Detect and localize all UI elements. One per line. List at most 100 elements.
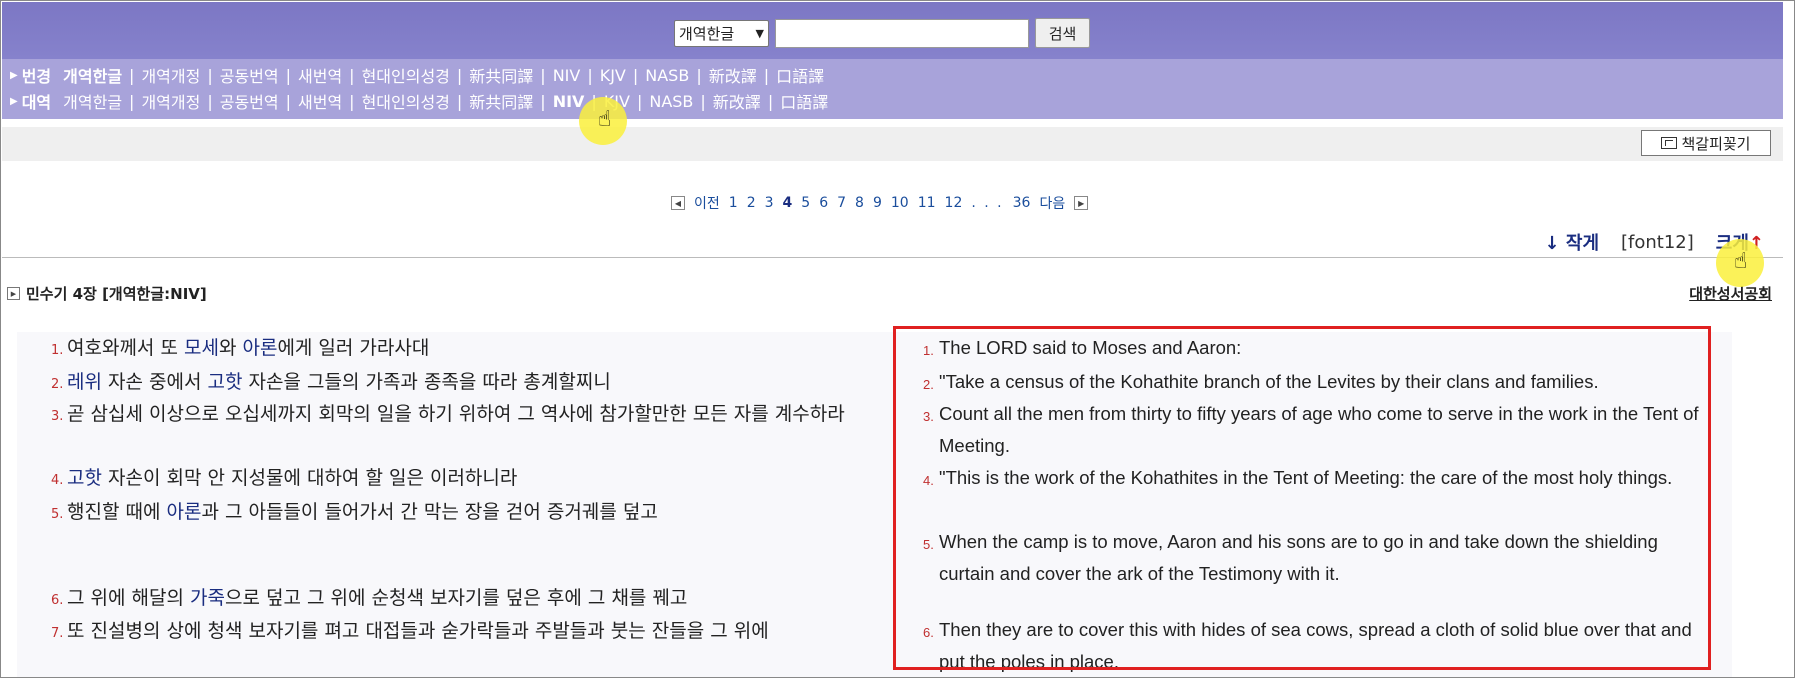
verse-text-segment: 행진할 때에 (67, 501, 167, 523)
verse-text-segment: 또 진설병의 상에 청색 보자기를 펴고 대접들과 숟가락들과 주발들과 붓는 … (67, 620, 769, 642)
pager-ellipsis: . . . (971, 195, 1004, 211)
chapter-heading: ▶ 민수기 4장 [개역한글:NIV] (7, 283, 207, 304)
proper-name-link[interactable]: 모세 (184, 337, 219, 359)
version-link[interactable]: 개역개정 (141, 63, 200, 87)
korean-verse: 2. 레위 자손 중에서 고핫 자손을 그들의 가족과 종족을 따라 총계할찌니 (51, 366, 896, 401)
page-link[interactable]: 6 (819, 195, 828, 211)
separator: | (632, 65, 639, 85)
separator: | (763, 65, 770, 85)
next-arrow-icon[interactable]: ▶ (1074, 196, 1089, 210)
verse-text: 레위 자손 중에서 고핫 자손을 그들의 가족과 종족을 따라 총계할찌니 (67, 366, 896, 401)
version-link[interactable]: 개역한글 (63, 89, 122, 113)
proper-name-link[interactable]: 아론 (242, 337, 277, 359)
translation-select-value: 개역한글 (679, 24, 735, 43)
page-link[interactable]: 12 (945, 195, 963, 211)
version-link[interactable]: 新改譯 (709, 63, 757, 87)
search-button[interactable]: 검색 (1035, 18, 1090, 48)
verse-number: 2. (51, 377, 64, 392)
verse-text-segment: 와 (218, 337, 243, 359)
version-band: ▶ 번경 개역한글 | 개역개정 | 공동번역 | 새번역 | 현대인의성경 | 新共同譯 | NIV | KJ… (2, 59, 1783, 119)
browser-frame: 개역한글 ▼ 검색 ▶ 번경 개역한글 | 개역개정 | 공동번역 | 새번역 | 현대인의성경 | 新… (0, 0, 1795, 678)
triangle-right-icon: ▶ (10, 95, 18, 107)
version-link[interactable]: 새번역 (298, 63, 342, 87)
play-icon: ▶ (7, 287, 20, 300)
page-link[interactable]: 5 (801, 195, 810, 211)
proper-name-link[interactable]: 아론 (166, 501, 201, 523)
verse-number: 5. (51, 507, 64, 522)
parallel-version-row: ▶대역개역한글|개역개정|공동번역|새번역|현대인의성경|新共同譯|NIV|KJ… (10, 89, 828, 113)
verse-text: 고핫 자손이 회막 안 지성물에 대하여 할 일은 이러하니라 (67, 462, 896, 497)
version-link[interactable]: NIV (553, 66, 581, 85)
version-row-head: 대역 (21, 93, 52, 112)
korean-verse: 4. 고핫 자손이 회막 안 지성물에 대하여 할 일은 이러하니라 (51, 462, 896, 497)
separator: | (456, 65, 463, 85)
version-link[interactable]: 현대인의성경 (362, 63, 450, 87)
version-link[interactable]: NASB (645, 66, 689, 85)
separator: | (285, 91, 291, 111)
korean-verse: 7. 또 진설병의 상에 청색 보자기를 펴고 대접들과 숟가락들과 주발들과 붓… (51, 615, 896, 650)
verse-text-segment: 자손이 회막 안 지성물에 대하여 할 일은 이러하니라 (101, 467, 518, 489)
search-band: 개역한글 ▼ 검색 (2, 2, 1783, 59)
verse-text-segment: 여호와께서 또 (67, 337, 184, 359)
separator: | (285, 65, 291, 85)
version-link[interactable]: 新共同譯 (469, 63, 533, 87)
translation-select[interactable]: 개역한글 ▼ (674, 19, 769, 47)
verse-number: 6. (51, 593, 64, 608)
bookmark-label: 책갈피꽂기 (1681, 134, 1751, 153)
society-link[interactable]: 대한성서공회 (1689, 283, 1772, 304)
proper-name-link[interactable]: 고핫 (208, 371, 243, 393)
version-link[interactable]: NASB (649, 92, 693, 111)
page-link[interactable]: 9 (873, 195, 882, 211)
verse-text-segment: 과 그 아들들이 들어가서 간 막는 장을 걷어 증거궤를 덮고 (201, 501, 658, 523)
verse-text-segment: 자손을 그들의 가족과 종족을 따라 총계할찌니 (242, 371, 611, 393)
bookmark-button[interactable]: 책갈피꽂기 (1641, 130, 1771, 156)
font-smaller-link[interactable]: ↓ 작게 (1545, 229, 1599, 255)
page-link[interactable]: 11 (918, 195, 936, 211)
search-input[interactable] (775, 18, 1029, 48)
verse-number: 7. (51, 626, 64, 641)
triangle-right-icon: ▶ (10, 69, 18, 81)
separator: | (636, 91, 643, 111)
version-row-head: 번경 (21, 67, 52, 86)
page-link[interactable]: 1 (729, 195, 738, 211)
version-link[interactable]: 공동번역 (220, 63, 279, 87)
verse-text: 그 위에 해달의 가죽으로 덮고 그 위에 순청색 보자기를 덮은 후에 그 채… (67, 582, 896, 617)
proper-name-link[interactable]: 고핫 (67, 467, 102, 489)
verse-number: 1. (51, 343, 64, 358)
page-link[interactable]: 7 (837, 195, 846, 211)
version-link[interactable]: 개역개정 (141, 89, 200, 113)
version-link[interactable]: 공동번역 (220, 89, 279, 113)
separator: | (207, 91, 213, 111)
version-link[interactable]: 新改譯 (713, 89, 761, 113)
proper-name-link[interactable]: 가죽 (190, 587, 225, 609)
version-link[interactable]: KJV (600, 66, 626, 85)
separator: | (767, 91, 774, 111)
hand-cursor-icon: ☝ (598, 107, 612, 132)
page-link[interactable]: 3 (765, 195, 774, 211)
verse-text: 곧 삼십세 이상으로 오십세까지 회막의 일을 하기 위하여 그 역사에 참가할… (67, 398, 896, 433)
page-link[interactable]: 2 (747, 195, 756, 211)
separator: | (587, 65, 593, 85)
version-link[interactable]: NIV (553, 92, 585, 111)
pager-next[interactable]: 다음 (1039, 193, 1065, 213)
version-link[interactable]: 현대인의성경 (362, 89, 450, 113)
pager-prev[interactable]: 이전 (694, 193, 720, 213)
korean-verse: 3. 곧 삼십세 이상으로 오십세까지 회막의 일을 하기 위하여 그 역사에 참… (51, 398, 896, 433)
primary-version-row: ▶ 번경 개역한글 | 개역개정 | 공동번역 | 새번역 | 현대인의성경 | 新共同譯 | NIV | KJ… (10, 63, 824, 87)
version-link[interactable]: 新共同譯 (469, 89, 533, 113)
separator: | (456, 91, 463, 111)
version-link[interactable]: 개역한글 (63, 63, 122, 87)
proper-name-link[interactable]: 레위 (67, 371, 102, 393)
verse-text: 여호와께서 또 모세와 아론에게 일러 가라사대 (67, 332, 896, 367)
prev-arrow-icon[interactable]: ◀ (671, 196, 685, 210)
page-link-last[interactable]: 36 (1013, 195, 1031, 211)
version-link[interactable]: 口語譯 (780, 89, 828, 113)
version-link[interactable]: 口語譯 (776, 63, 824, 87)
korean-verse: 6. 그 위에 해달의 가죽으로 덮고 그 위에 순청색 보자기를 덮은 후에 그… (51, 582, 896, 617)
chapter-pager: ◀ 이전 1 2 3 4 5 6 7 8 9 10 11 12. . . 36 다음 ▶ (671, 193, 1089, 213)
verse-text-segment: 으로 덮고 그 위에 순청색 보자기를 덮은 후에 그 채를 꿰고 (224, 587, 688, 609)
page-link[interactable]: 10 (891, 195, 909, 211)
version-link[interactable]: 새번역 (298, 89, 342, 113)
page-link[interactable]: 8 (855, 195, 864, 211)
chevron-down-icon: ▼ (755, 26, 764, 40)
